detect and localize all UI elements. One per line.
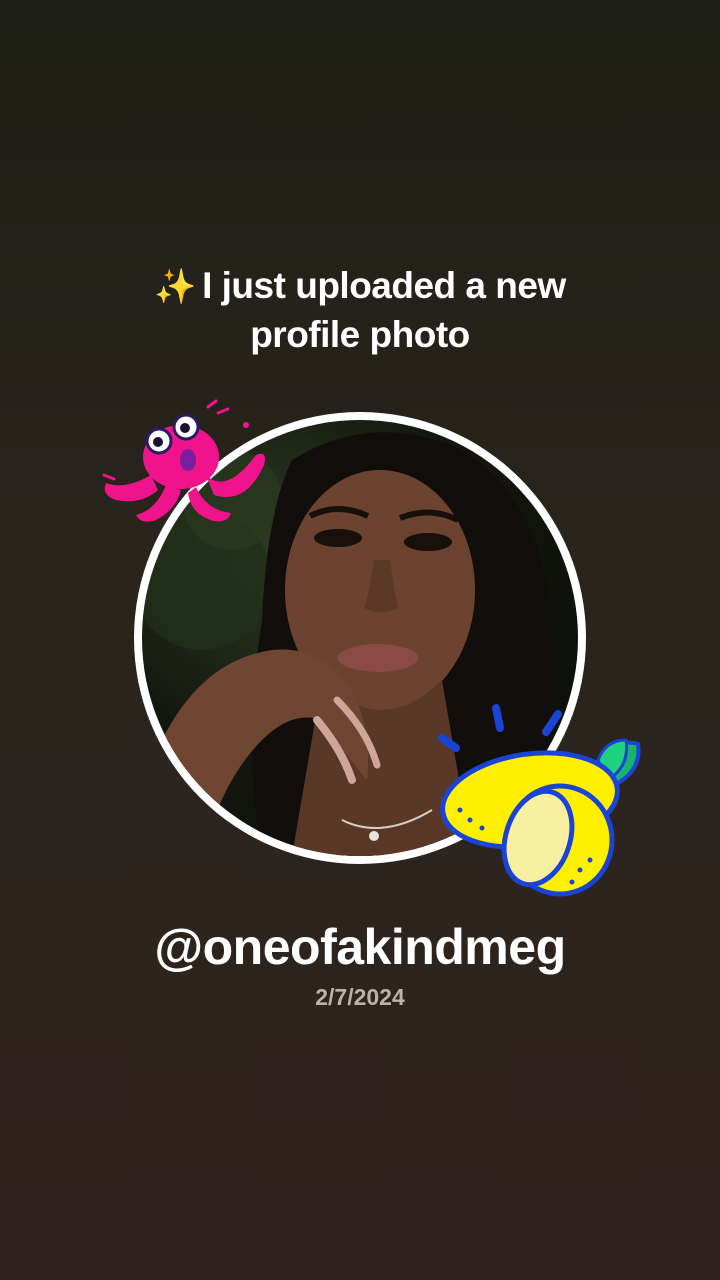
- pink-monster-sticker: [102, 399, 265, 522]
- sparkles-icon: ✨: [154, 268, 197, 306]
- announcement-headline: ✨ I just uploaded a new profile photo: [0, 262, 720, 359]
- headline-text-1: I just uploaded a new: [202, 265, 566, 306]
- profile-username[interactable]: @oneofakindmeg: [0, 918, 720, 976]
- lemon-sticker: [438, 704, 641, 897]
- headline-line-1: ✨ I just uploaded a new: [0, 262, 720, 311]
- upload-date: 2/7/2024: [315, 984, 405, 1010]
- headline-line-2: profile photo: [250, 314, 470, 355]
